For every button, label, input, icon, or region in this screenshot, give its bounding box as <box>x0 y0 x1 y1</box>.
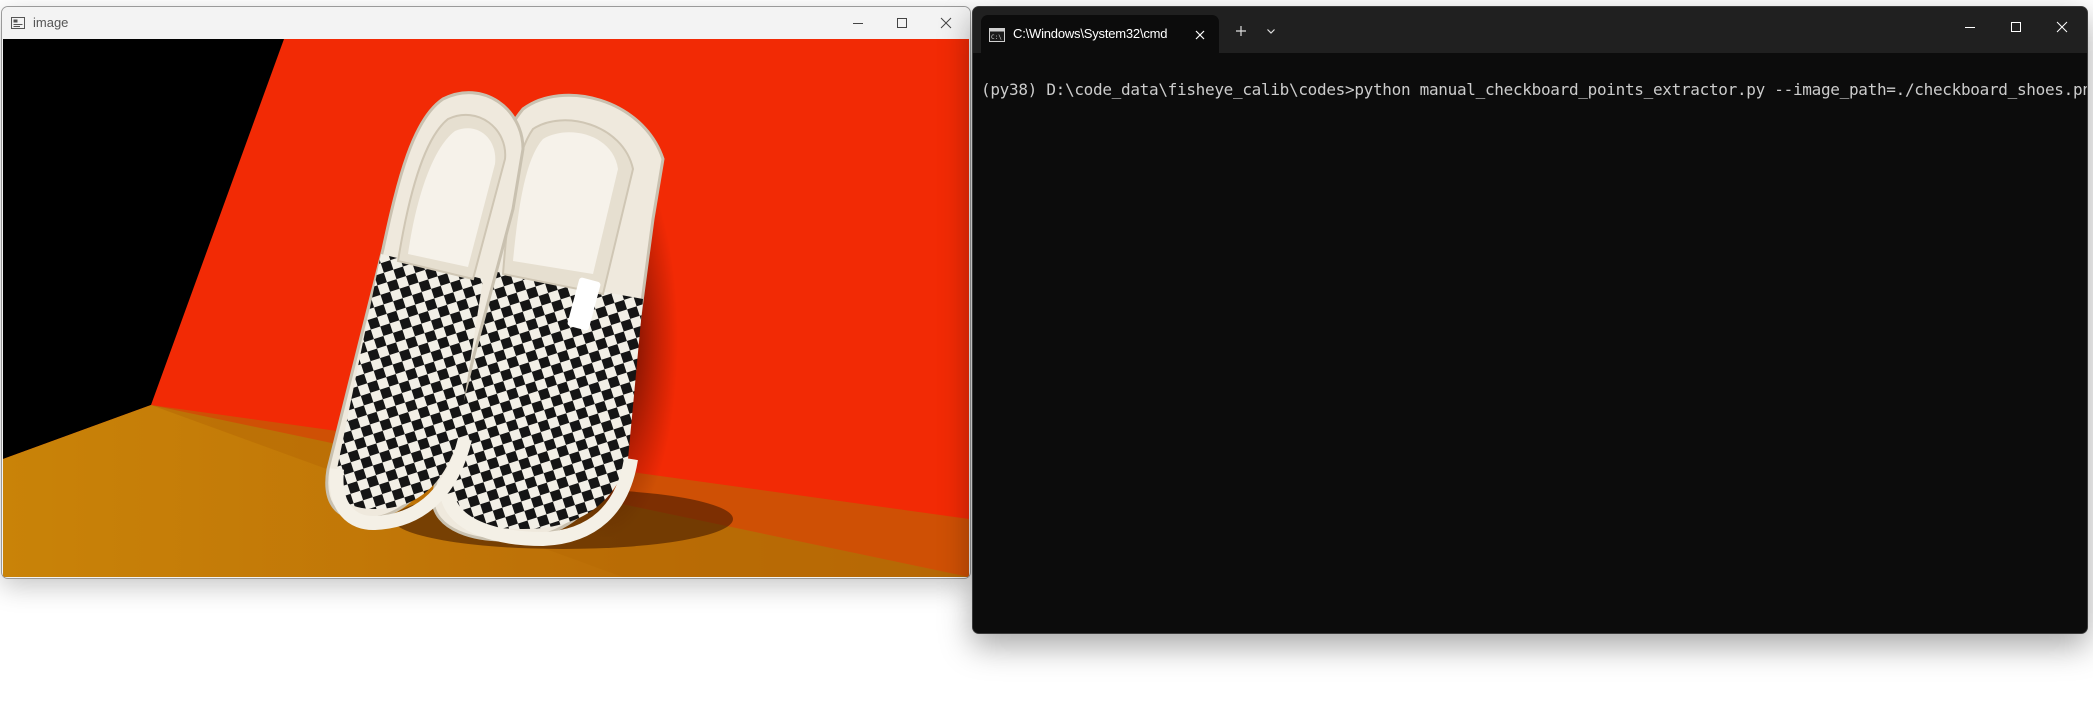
cmd-icon: C:\ <box>989 27 1005 42</box>
chevron-down-icon <box>1267 29 1275 34</box>
terminal-close-button[interactable] <box>2039 7 2085 47</box>
maximize-icon <box>897 18 907 28</box>
image-canvas[interactable] <box>3 39 969 577</box>
image-window-titlebar[interactable]: image <box>2 7 970 39</box>
plus-icon <box>1236 26 1246 36</box>
terminal-maximize-button[interactable] <box>1993 7 2039 47</box>
app-icon <box>11 15 25 29</box>
maximize-button[interactable] <box>880 7 924 39</box>
terminal-output[interactable]: (py38) D:\code_data\fisheye_calib\codes>… <box>973 53 2087 633</box>
terminal-titlebar[interactable]: C:\ C:\Windows\System32\cmd <box>973 7 2087 53</box>
new-tab-button[interactable] <box>1229 19 1253 43</box>
close-icon <box>2056 21 2068 33</box>
maximize-icon <box>2011 22 2021 32</box>
terminal-window: C:\ C:\Windows\System32\cmd (py38) D:\co… <box>972 6 2088 634</box>
tab-cmd[interactable]: C:\ C:\Windows\System32\cmd <box>981 15 1219 53</box>
minimize-icon <box>853 23 863 24</box>
image-window: image <box>1 6 971 579</box>
close-button[interactable] <box>924 7 968 39</box>
svg-text:C:\: C:\ <box>991 34 1002 41</box>
minimize-icon <box>1965 27 1975 28</box>
close-icon <box>940 17 952 29</box>
tab-title: C:\Windows\System32\cmd <box>1013 26 1168 41</box>
shoes-photo <box>3 39 969 577</box>
tab-dropdown-button[interactable] <box>1259 19 1283 43</box>
minimize-button[interactable] <box>836 7 880 39</box>
window-title: image <box>33 15 69 30</box>
tab-close-button[interactable] <box>1189 24 1211 46</box>
close-icon <box>1195 30 1205 40</box>
terminal-command-line: (py38) D:\code_data\fisheye_calib\codes>… <box>981 80 2088 99</box>
terminal-minimize-button[interactable] <box>1947 7 1993 47</box>
